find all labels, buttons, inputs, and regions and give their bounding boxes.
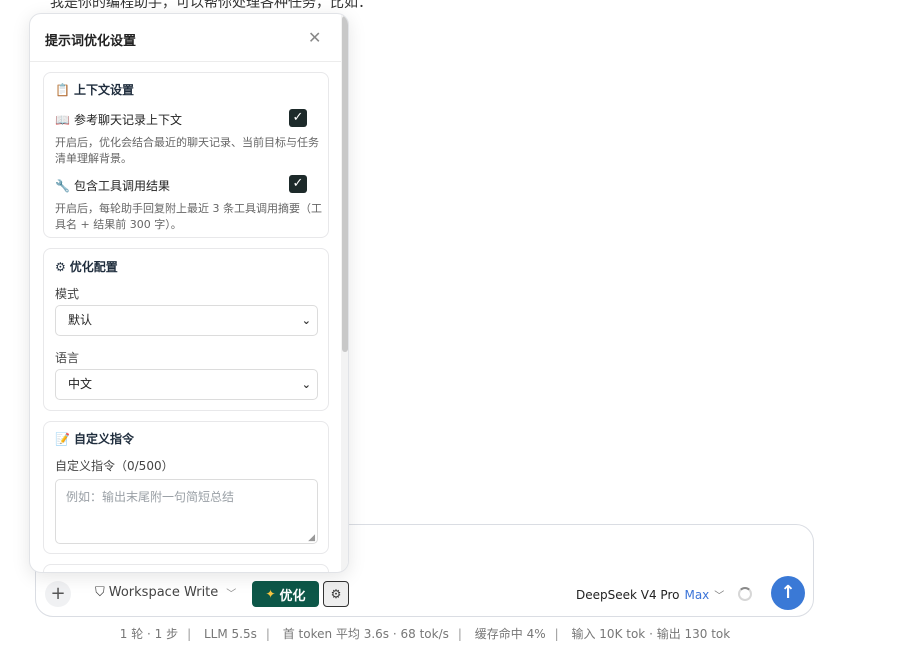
custom-instruction-label: 自定义指令（0/500） [55,459,174,473]
status-bar: 1 轮 · 1 步 | LLM 5.5s | 首 token 平均 3.6s · 6… [119,627,731,641]
clipboard-icon: 📋 [55,82,70,97]
panel-scrollbar-thumb[interactable] [342,16,348,352]
optimize-config-card: ⚙ 优化配置 模式 默认 ⌄ 语言 中文 ⌄ [43,248,329,411]
mode-select[interactable]: 默认 ⌄ [55,305,318,336]
optimize-config-title: ⚙ 优化配置 [55,259,118,275]
optimize-button[interactable]: ✦ 优化 [252,581,319,607]
next-card-partial [43,564,329,572]
status-cache-hit: 缓存命中 4% [474,627,546,641]
optimize-settings-button[interactable]: ⚙ [323,581,349,607]
panel-header: 提示词优化设置 ✕ [30,14,348,62]
app-root: 我是你的编程助手，可以帮你处理各种任务，比如： + ⛉ Workspace Wr… [0,0,902,646]
gear-icon: ⚙ [55,259,66,274]
language-select[interactable]: 中文 ⌄ [55,369,318,400]
status-llm-time: LLM 5.5s [203,627,257,641]
tool-results-description: 开启后，每轮助手回复附上最近 3 条工具调用摘要（工具名 + 结果前 300 字… [55,202,322,231]
chat-history-description: 开启后，优化会结合最近的聊天记录、当前目标与任务清单理解背景。 [55,136,319,165]
custom-instruction-card: 📝 自定义指令 自定义指令（0/500） 例如：输出末尾附一句简短总结 ◢ [43,421,329,554]
send-button[interactable]: ↑ [771,576,805,610]
resize-handle-icon[interactable]: ◢ [308,533,315,543]
loading-spinner-icon [738,587,752,601]
mode-label: 模式 [55,287,80,301]
wrench-icon: 🔧 [55,178,70,193]
workspace-mode-dropdown[interactable]: ⛉ Workspace Write ﹀ [95,585,236,600]
custom-instruction-title: 📝 自定义指令 [55,431,134,447]
add-button[interactable]: + [45,581,71,607]
optimize-label: 优化 [279,588,306,604]
prompt-optimize-settings-panel: 提示词优化设置 ✕ 📋 上下文设置 📖 参考聊天记录上下文 ✓ 开启后，优化会结… [29,13,349,573]
tool-results-checkbox[interactable]: ✓ [289,175,307,193]
chat-history-checkbox[interactable]: ✓ [289,109,307,127]
context-settings-card: 📋 上下文设置 📖 参考聊天记录上下文 ✓ 开启后，优化会结合最近的聊天记录、当… [43,72,329,238]
model-name: DeepSeek V4 Pro [576,587,680,602]
plus-icon: + [50,583,66,604]
custom-instruction-placeholder: 例如：输出末尾附一句简短总结 [66,490,235,504]
language-label: 语言 [55,351,80,365]
tool-results-toggle-label: 🔧 包含工具调用结果 [55,178,170,194]
status-tokens: 输入 10K tok · 输出 130 tok [571,627,731,641]
model-tier: Max [684,587,710,602]
book-icon: 📖 [55,112,70,127]
memo-icon: 📝 [55,431,70,446]
sparkle-icon: ✦ [265,587,276,601]
chevron-down-icon: ﹀ [226,589,237,600]
chevron-down-icon: ⌄ [301,314,311,327]
gear-icon: ⚙ [330,587,342,601]
chat-history-toggle-label: 📖 参考聊天记录上下文 [55,112,182,128]
custom-instruction-textarea[interactable]: 例如：输出末尾附一句简短总结 ◢ [55,479,318,544]
chevron-down-icon: ⌄ [301,378,311,391]
language-value: 中文 [68,377,93,391]
status-turns: 1 轮 · 1 步 [119,627,179,641]
panel-title: 提示词优化设置 [45,34,137,49]
assistant-message-text: 我是你的编程助手，可以帮你处理各种任务，比如： [50,0,372,11]
mode-value: 默认 [68,313,93,327]
chevron-down-icon: ﹀ [714,591,725,602]
workspace-mode-label: Workspace Write [108,585,219,600]
send-arrow-icon: ↑ [780,582,796,603]
close-icon[interactable]: ✕ [308,28,321,47]
context-settings-title: 📋 上下文设置 [55,82,134,98]
model-selector[interactable]: DeepSeek V4 Pro Max ﹀ [576,587,725,603]
status-first-token: 首 token 平均 3.6s · 68 tok/s [282,627,449,641]
shield-icon: ⛉ [95,585,105,600]
